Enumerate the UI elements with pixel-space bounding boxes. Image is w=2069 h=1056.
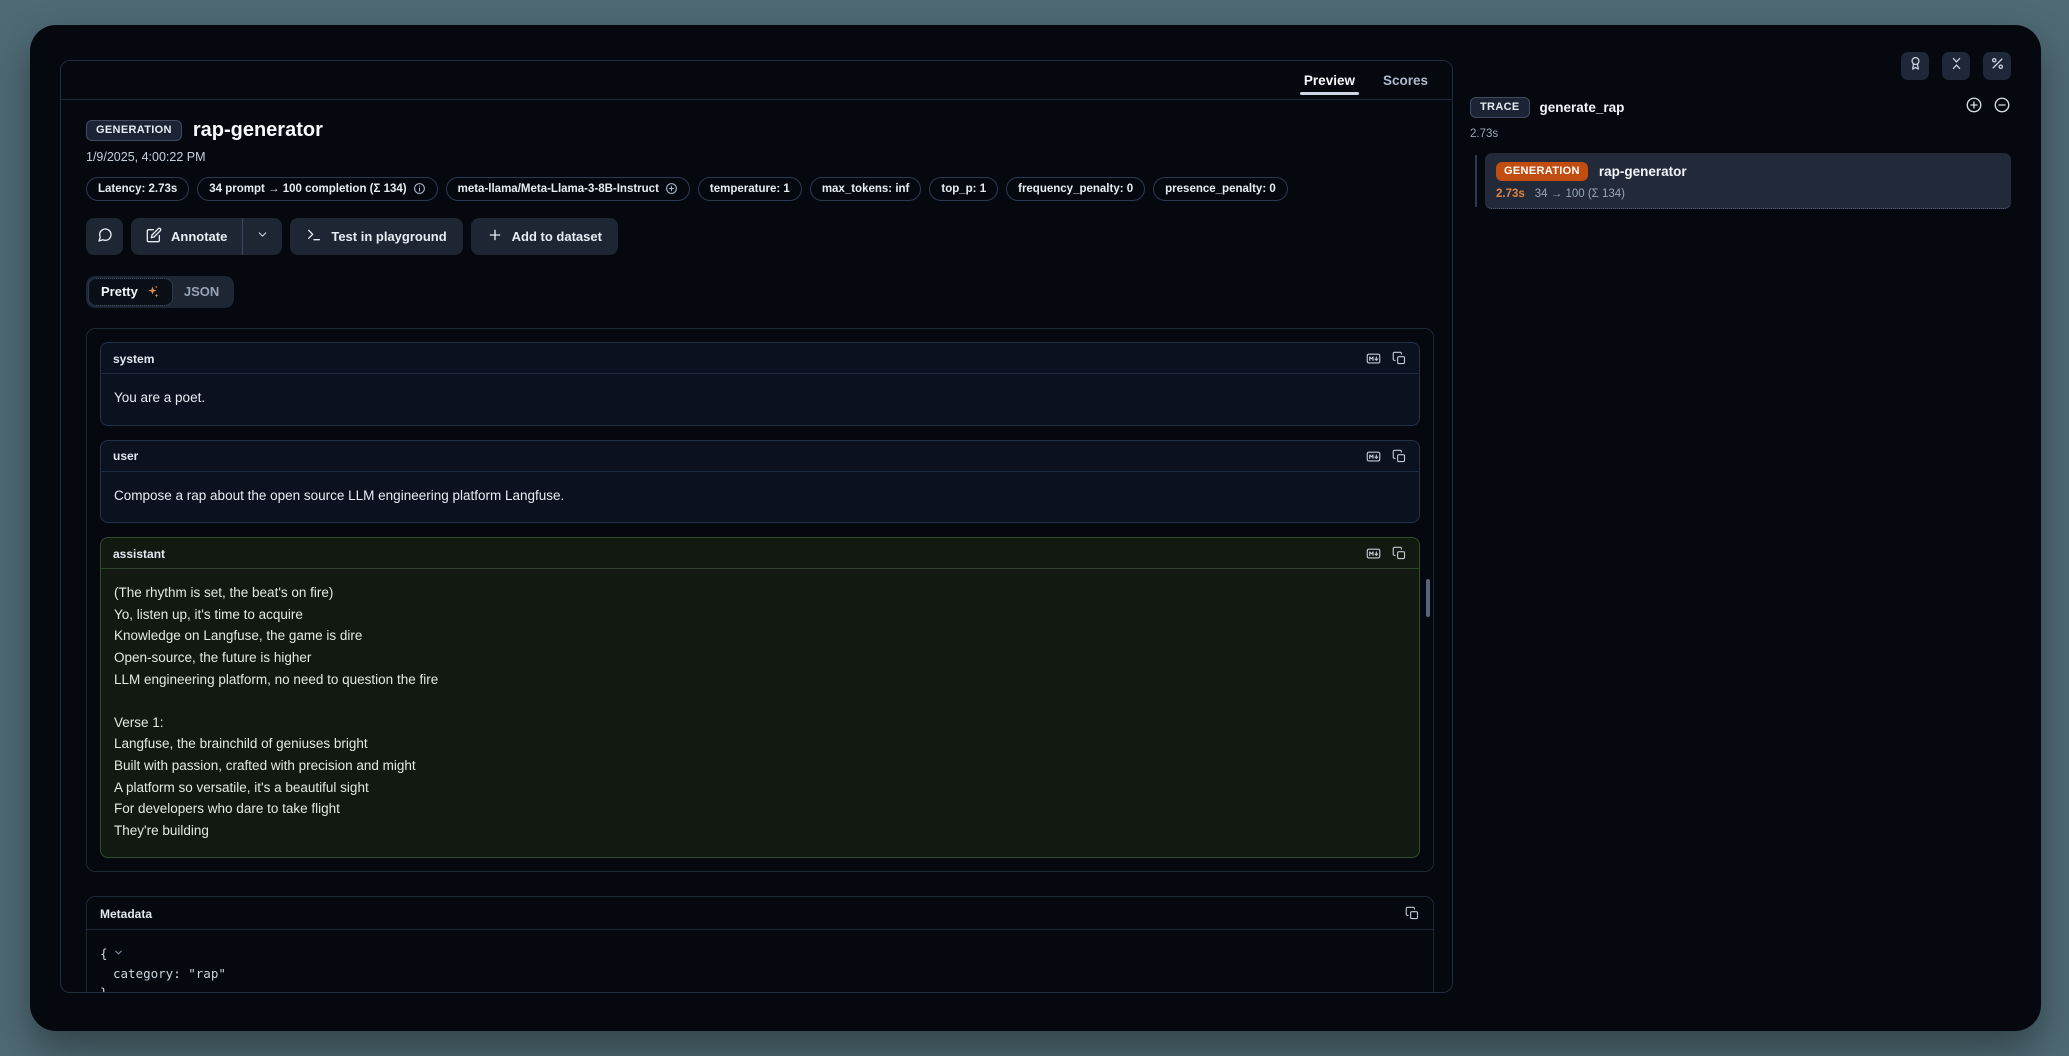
- terminal-icon: [306, 227, 322, 246]
- tree-item-rap-generator[interactable]: GENERATION rap-generator 2.73s 34 → 100 …: [1485, 153, 2011, 209]
- sidebar-toolbar: [1470, 52, 2011, 80]
- annotate-button[interactable]: Annotate: [131, 218, 242, 255]
- fold-vertical-icon: [1949, 56, 1964, 76]
- temperature-badge[interactable]: temperature: 1: [698, 177, 802, 201]
- tree-item-name: rap-generator: [1599, 164, 1687, 179]
- sparkles-icon: [145, 284, 160, 299]
- pretty-view-toggle[interactable]: Pretty: [89, 279, 172, 305]
- plus-icon: [487, 227, 503, 246]
- comment-button[interactable]: [86, 218, 123, 255]
- chevron-down-icon: [256, 228, 269, 246]
- parameter-badges: Latency: 2.73s 34 prompt → 100 completio…: [86, 177, 1428, 201]
- messages-container: system You are a poet.: [86, 328, 1434, 872]
- generation-type-badge: GENERATION: [86, 120, 182, 141]
- trace-tree-sidebar: TRACE generate_rap 2.73s GENERATI: [1470, 60, 2011, 1031]
- view-mode-row: Pretty JSON: [86, 276, 1428, 308]
- token-usage-badge[interactable]: 34 prompt → 100 completion (Σ 134): [197, 177, 437, 201]
- trace-detail-panel: Preview Scores GENERATION rap-generator …: [30, 25, 2041, 1031]
- user-message-header: user: [101, 441, 1419, 472]
- copy-icon[interactable]: [1392, 449, 1407, 464]
- model-badge[interactable]: meta-llama/Meta-Llama-3-8B-Instruct: [446, 177, 690, 201]
- tab-bar: Preview Scores: [61, 61, 1452, 100]
- desktop-background: Preview Scores GENERATION rap-generator …: [0, 0, 2069, 1056]
- scores-award-button[interactable]: [1901, 52, 1929, 80]
- expand-all-icon[interactable]: [1965, 96, 1983, 119]
- role-label: user: [113, 449, 138, 463]
- observation-preview-card: Preview Scores GENERATION rap-generator …: [60, 60, 1453, 993]
- collapse-chevron-icon[interactable]: [113, 944, 124, 963]
- comment-icon: [97, 227, 113, 246]
- messages-scrollbar-thumb[interactable]: [1426, 579, 1430, 617]
- observation-title: rap-generator: [193, 119, 323, 142]
- trace-header-row: TRACE generate_rap: [1470, 96, 2011, 119]
- observation-body: GENERATION rap-generator 1/9/2025, 4:00:…: [61, 100, 1452, 992]
- frequency-penalty-badge[interactable]: frequency_penalty: 0: [1006, 177, 1145, 201]
- trace-duration: 2.73s: [1470, 128, 2011, 140]
- top-p-badge[interactable]: top_p: 1: [929, 177, 998, 201]
- metadata-header: Metadata: [87, 897, 1433, 930]
- system-message-header: system: [101, 343, 1419, 374]
- assistant-message-content: (The rhythm is set, the beat's on fire) …: [101, 569, 1419, 857]
- collapse-vertical-button[interactable]: [1942, 52, 1970, 80]
- presence-penalty-badge[interactable]: presence_penalty: 0: [1153, 177, 1288, 201]
- json-close-brace: }: [100, 983, 108, 992]
- percent-icon: [1990, 56, 2005, 76]
- metadata-card: Metadata { category: "r: [86, 896, 1434, 992]
- copy-icon[interactable]: [1392, 546, 1407, 561]
- award-icon: [1908, 56, 1923, 76]
- trace-type-badge: TRACE: [1470, 97, 1530, 118]
- message-actions: [1366, 546, 1407, 561]
- annotate-split-button: Annotate: [131, 218, 282, 255]
- annotate-dropdown-button[interactable]: [243, 218, 282, 255]
- observation-timestamp: 1/9/2025, 4:00:22 PM: [86, 150, 1428, 164]
- assistant-message-header: assistant: [101, 538, 1419, 569]
- message-actions: [1366, 449, 1407, 464]
- plus-circle-icon: [665, 182, 678, 195]
- tab-preview[interactable]: Preview: [1290, 61, 1369, 99]
- observation-tree: GENERATION rap-generator 2.73s 34 → 100 …: [1470, 153, 2011, 209]
- tree-item-duration: 2.73s: [1496, 188, 1525, 200]
- metadata-title: Metadata: [100, 907, 152, 921]
- view-mode-toggle: Pretty JSON: [86, 276, 234, 308]
- assistant-message-block: assistant (The rhythm is set, the beat': [100, 537, 1420, 858]
- json-open-brace: {: [100, 944, 108, 963]
- system-message-block: system You are a poet.: [100, 342, 1420, 426]
- user-message-content: Compose a rap about the open source LLM …: [101, 472, 1419, 523]
- action-toolbar: Annotate Test in playgroun: [86, 218, 1428, 255]
- json-view-toggle[interactable]: JSON: [172, 279, 231, 305]
- collapse-all-icon[interactable]: [1993, 96, 2011, 119]
- role-label: assistant: [113, 547, 165, 561]
- copy-icon[interactable]: [1392, 351, 1407, 366]
- edit-pen-icon: [146, 227, 162, 246]
- tab-scores[interactable]: Scores: [1369, 61, 1442, 99]
- max-tokens-badge[interactable]: max_tokens: inf: [810, 177, 922, 201]
- markdown-toggle-icon[interactable]: [1366, 351, 1381, 366]
- user-message-block: user Compose a rap about the open sourc: [100, 440, 1420, 524]
- tree-controls: [1965, 96, 2011, 119]
- trace-name[interactable]: generate_rap: [1540, 100, 1625, 115]
- add-to-dataset-button[interactable]: Add to dataset: [471, 218, 618, 255]
- tree-indent-guide: [1475, 155, 1477, 207]
- info-icon: [413, 182, 426, 195]
- generation-type-badge: GENERATION: [1496, 162, 1588, 181]
- observation-header: GENERATION rap-generator: [86, 119, 1428, 142]
- copy-icon[interactable]: [1405, 906, 1420, 921]
- metadata-json: { category: "rap" }: [87, 930, 1433, 992]
- test-in-playground-button[interactable]: Test in playground: [290, 218, 462, 255]
- json-entry: category: "rap": [113, 964, 226, 983]
- percent-metrics-button[interactable]: [1983, 52, 2011, 80]
- message-actions: [1366, 351, 1407, 366]
- system-message-content: You are a poet.: [101, 374, 1419, 425]
- role-label: system: [113, 352, 154, 366]
- markdown-toggle-icon[interactable]: [1366, 546, 1381, 561]
- markdown-toggle-icon[interactable]: [1366, 449, 1381, 464]
- tree-item-token-usage: 34 → 100 (Σ 134): [1535, 188, 1625, 200]
- latency-badge[interactable]: Latency: 2.73s: [86, 177, 189, 201]
